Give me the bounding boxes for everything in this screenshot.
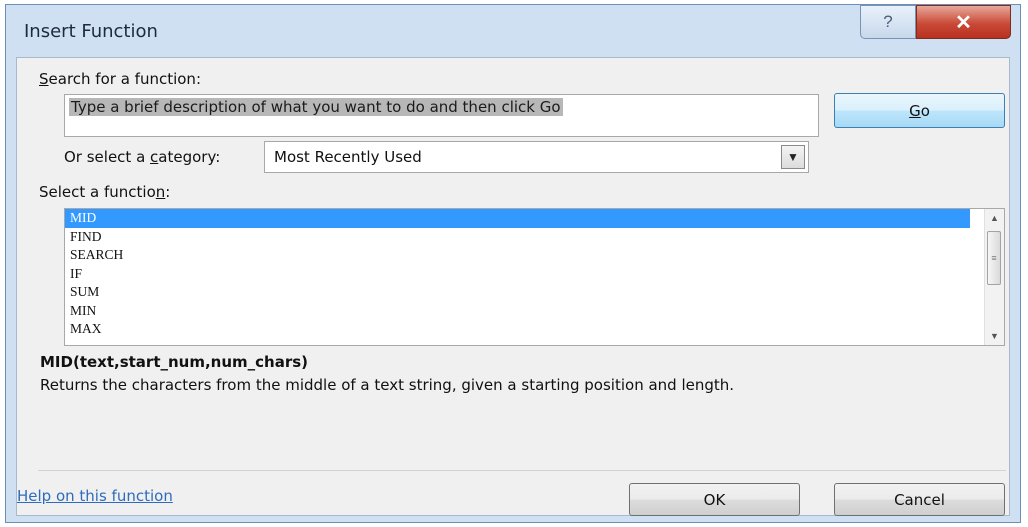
list-item[interactable]: IF <box>65 265 970 284</box>
chevron-down-icon[interactable]: ▼ <box>781 145 805 169</box>
function-description: Returns the characters from the middle o… <box>40 376 735 394</box>
list-item[interactable]: SUM <box>65 283 970 302</box>
function-list[interactable]: MID FIND SEARCH IF SUM MIN MAX ▲ ≡ ▼ <box>64 208 1005 346</box>
divider <box>38 470 1006 471</box>
list-item[interactable]: MAX <box>65 320 970 339</box>
list-item[interactable]: FIND <box>65 228 970 247</box>
list-item[interactable]: MIN <box>65 302 970 321</box>
category-label: Or select a category: <box>64 148 221 166</box>
search-input-text: Type a brief description of what you wan… <box>69 98 563 116</box>
scroll-up-icon[interactable]: ▲ <box>985 209 1004 227</box>
list-scrollbar[interactable]: ▲ ≡ ▼ <box>984 209 1004 345</box>
search-label: Search for a function: <box>39 70 201 88</box>
go-button[interactable]: Go <box>834 93 1005 128</box>
scroll-down-icon[interactable]: ▼ <box>985 327 1004 345</box>
list-item[interactable]: MID <box>65 209 970 228</box>
title-bar[interactable]: Insert Function ? ✕ <box>6 5 1020 55</box>
search-input[interactable]: Type a brief description of what you wan… <box>64 94 819 137</box>
functions-label: Select a function: <box>39 183 171 201</box>
category-select[interactable]: Most Recently Used ▼ <box>264 141 809 173</box>
close-icon: ✕ <box>955 11 972 34</box>
list-item[interactable]: SEARCH <box>65 246 970 265</box>
insert-function-dialog: Insert Function ? ✕ Search for a functio… <box>5 4 1021 523</box>
help-icon: ? <box>883 12 893 31</box>
function-signature: MID(text,start_num,num_chars) <box>40 353 309 371</box>
scroll-thumb[interactable]: ≡ <box>987 231 1001 285</box>
help-button[interactable]: ? <box>860 5 916 39</box>
category-selected-value: Most Recently Used <box>274 148 422 166</box>
dialog-body: Search for a function: Type a brief desc… <box>16 57 1010 516</box>
dialog-title: Insert Function <box>24 21 158 42</box>
help-on-function-link[interactable]: Help on this function <box>17 487 173 505</box>
cancel-button[interactable]: Cancel <box>834 483 1005 516</box>
close-button[interactable]: ✕ <box>916 5 1011 39</box>
ok-button[interactable]: OK <box>629 483 800 516</box>
